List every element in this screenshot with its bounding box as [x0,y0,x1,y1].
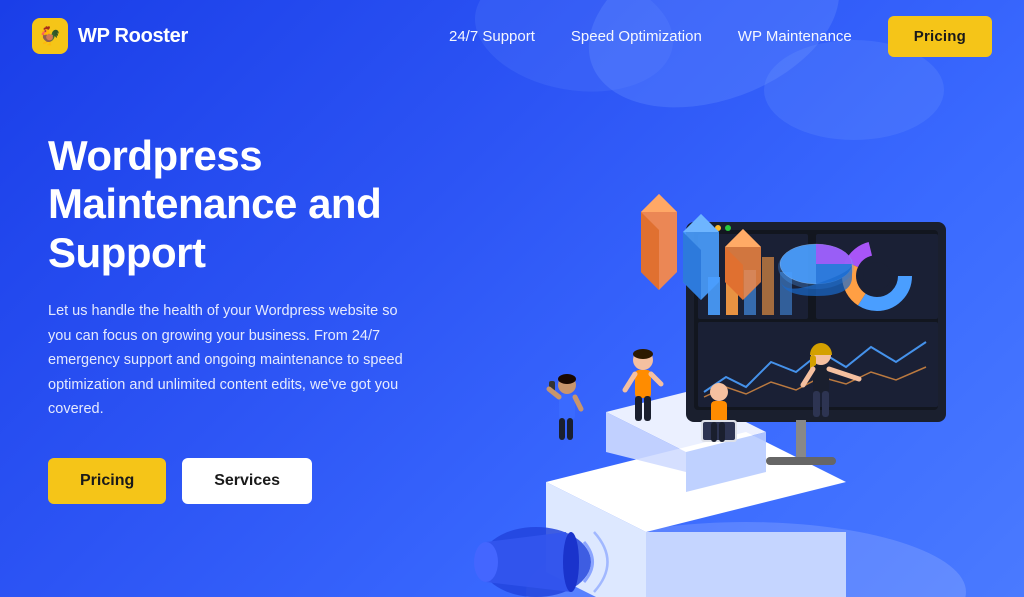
hero-title: Wordpress Maintenance and Support [48,132,468,277]
hero-content: Wordpress Maintenance and Support Let us… [48,102,468,504]
hero-buttons: Pricing Services [48,458,468,504]
nav-link-speed[interactable]: Speed Optimization [571,28,702,45]
logo-text: WP Rooster [78,25,188,48]
nav-link-support[interactable]: 24/7 Support [449,28,535,45]
logo-emoji: 🐓 [39,26,61,47]
page-wrapper: 🐓 WP Rooster 24/7 Support Speed Optimiza… [0,0,1024,597]
logo-icon: 🐓 [32,18,68,54]
nav-links: 24/7 Support Speed Optimization WP Maint… [449,16,992,57]
pricing-button[interactable]: Pricing [48,458,166,504]
hero-illustration [468,102,976,597]
hero-section: Wordpress Maintenance and Support Let us… [0,72,1024,597]
services-button[interactable]: Services [182,458,312,504]
nav-cta-button[interactable]: Pricing [888,16,992,57]
illustration-svg [436,82,996,597]
logo-area: 🐓 WP Rooster [32,18,188,54]
hero-description: Let us handle the health of your Wordpre… [48,299,408,422]
navbar: 🐓 WP Rooster 24/7 Support Speed Optimiza… [0,0,1024,72]
nav-link-maintenance[interactable]: WP Maintenance [738,28,852,45]
